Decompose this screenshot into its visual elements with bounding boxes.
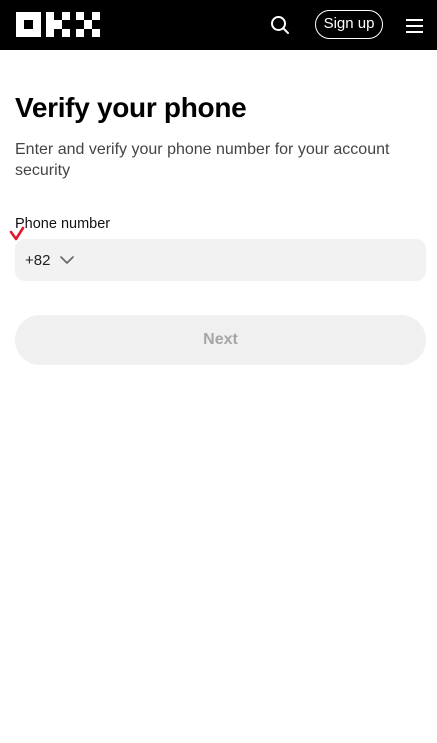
search-icon[interactable]: [268, 13, 292, 37]
top-navigation-bar: Sign up: [0, 0, 437, 50]
okx-logo-icon[interactable]: [16, 12, 101, 37]
page-subtitle: Enter and verify your phone number for y…: [15, 141, 390, 179]
country-code-select[interactable]: +82: [25, 239, 75, 281]
country-code-value: +82: [25, 251, 51, 269]
phone-number-input[interactable]: [95, 239, 419, 283]
phone-number-field: +82: [15, 239, 426, 283]
phone-number-label: Phone number: [15, 216, 111, 232]
hamburger-menu-icon[interactable]: [404, 15, 426, 35]
chevron-down-icon: [60, 256, 75, 264]
next-button[interactable]: Next: [15, 315, 426, 365]
page-title: Verify your phone: [15, 92, 247, 123]
sign-up-button[interactable]: Sign up: [315, 10, 383, 39]
